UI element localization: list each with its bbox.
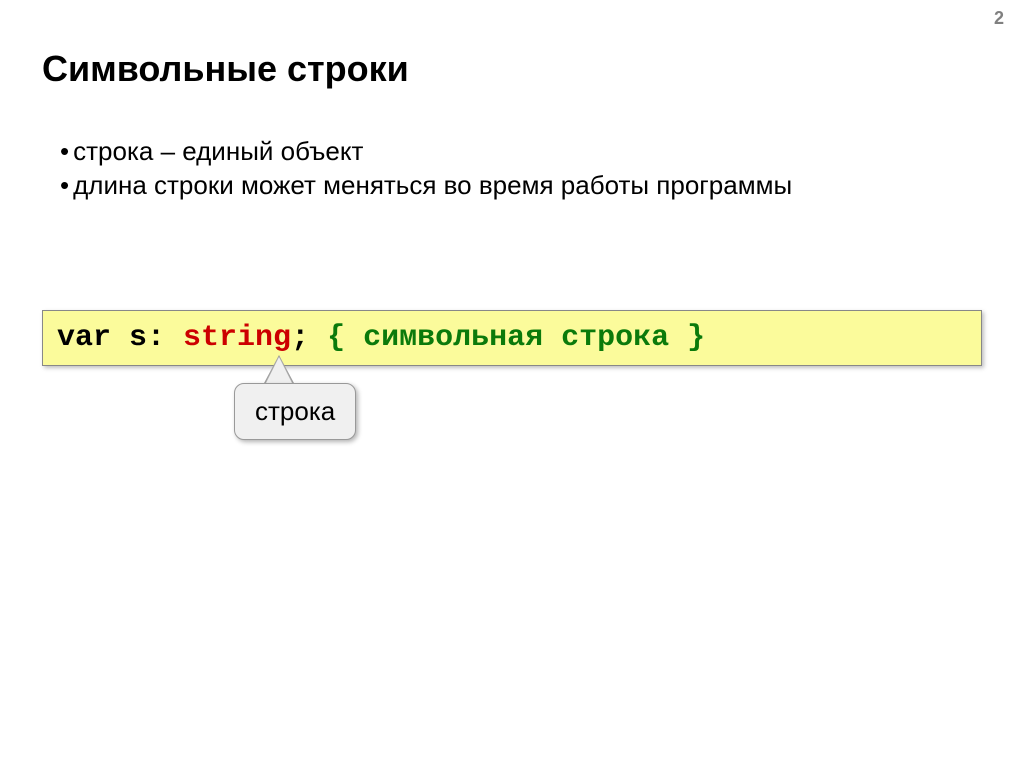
code-comment-text: символьная строка	[363, 321, 669, 355]
code-var-name: s:	[111, 321, 183, 355]
bullet-dot-icon: •	[60, 169, 69, 203]
code-snippet: var s: string; { символьная строка }	[42, 310, 982, 366]
code-type: string	[183, 321, 291, 355]
page-number: 2	[994, 8, 1004, 29]
code-semicolon: ;	[291, 321, 309, 355]
code-keyword-var: var	[57, 321, 111, 355]
bullet-list: • строка – единый объект • длина строки …	[60, 135, 792, 203]
callout-arrow-icon	[265, 357, 293, 385]
callout-label: строка	[234, 383, 356, 440]
bullet-dot-icon: •	[60, 135, 69, 169]
bullet-item: • строка – единый объект	[60, 135, 792, 169]
code-comment-open: {	[327, 321, 363, 355]
code-comment-close: }	[669, 321, 705, 355]
bullet-text: длина строки может меняться во время раб…	[73, 169, 792, 203]
bullet-text: строка – единый объект	[73, 135, 363, 169]
code-spacer	[309, 321, 327, 355]
page-title: Символьные строки	[42, 48, 409, 90]
bullet-item: • длина строки может меняться во время р…	[60, 169, 792, 203]
